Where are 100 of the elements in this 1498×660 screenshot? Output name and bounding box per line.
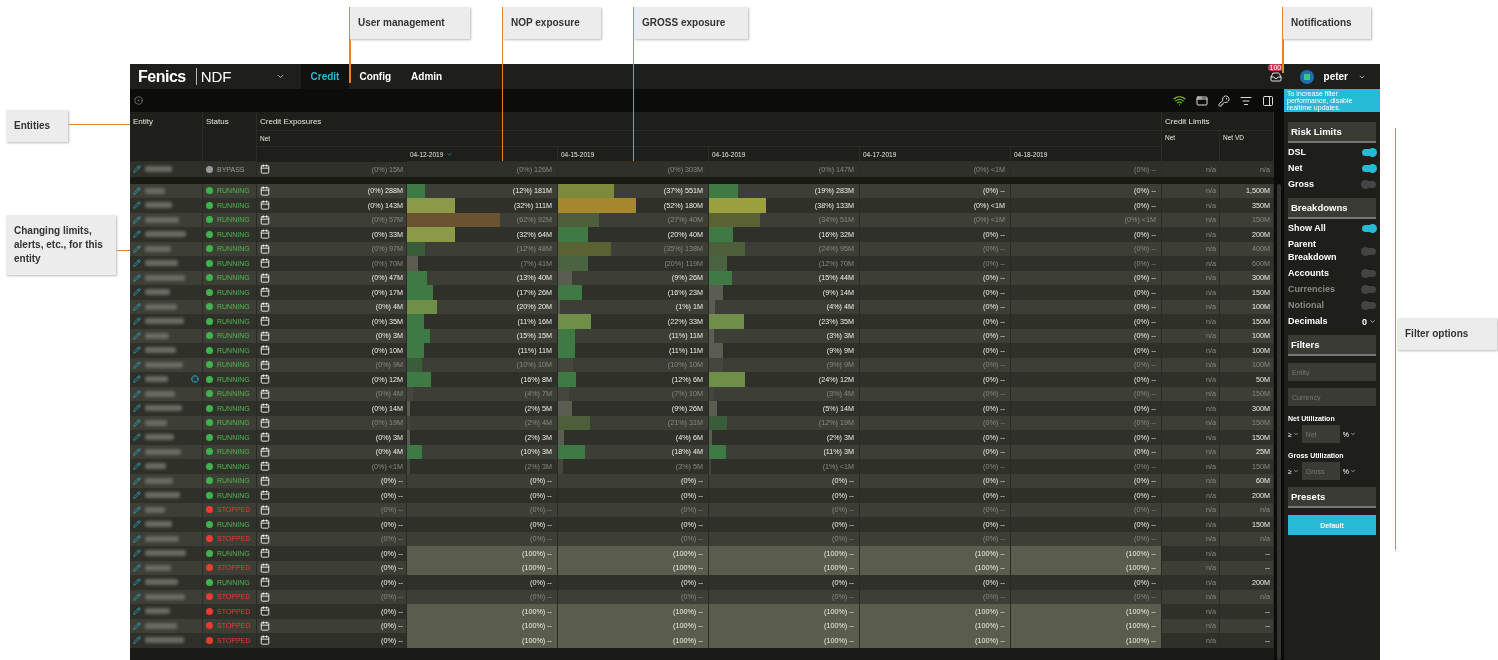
- caret-icon[interactable]: [1292, 431, 1299, 437]
- toggle-switch[interactable]: [1362, 247, 1376, 255]
- edit-icon[interactable]: [133, 447, 141, 456]
- nav-tab[interactable]: Credit: [300, 64, 350, 89]
- edit-icon[interactable]: [133, 462, 141, 471]
- edit-icon[interactable]: [133, 346, 141, 355]
- calendar-icon[interactable]: [260, 446, 270, 457]
- user-name[interactable]: peter: [1323, 71, 1348, 82]
- wifi-icon[interactable]: [1173, 94, 1186, 107]
- calendar-icon[interactable]: [260, 504, 270, 515]
- caret-icon[interactable]: [1350, 431, 1357, 437]
- calendar-icon[interactable]: [260, 345, 270, 356]
- edit-icon[interactable]: [133, 165, 141, 174]
- edit-icon[interactable]: [133, 331, 141, 340]
- nav-tab[interactable]: Config: [349, 64, 402, 89]
- scrollbar[interactable]: [1277, 184, 1281, 660]
- calendar-icon[interactable]: [260, 475, 270, 486]
- calendar-icon[interactable]: [260, 577, 270, 588]
- calendar-icon[interactable]: [260, 562, 270, 573]
- edit-icon[interactable]: [133, 389, 141, 398]
- calendar-icon[interactable]: [260, 548, 270, 559]
- blurred-name: [145, 347, 176, 354]
- target-icon[interactable]: [134, 96, 143, 105]
- edit-icon[interactable]: [133, 273, 141, 282]
- toggle-switch[interactable]: [1362, 225, 1376, 232]
- calendar-icon[interactable]: [260, 330, 270, 341]
- calendar-icon[interactable]: [260, 403, 270, 414]
- edit-icon[interactable]: [133, 491, 141, 500]
- callout-label: Notifications: [1283, 7, 1371, 39]
- avatar-icon[interactable]: [1299, 69, 1314, 84]
- edit-icon[interactable]: [133, 230, 141, 239]
- edit-icon[interactable]: [133, 375, 141, 384]
- calendar-icon[interactable]: [260, 432, 270, 443]
- edit-icon[interactable]: [133, 244, 141, 253]
- calendar-icon[interactable]: [260, 417, 270, 428]
- calendar-icon[interactable]: [260, 258, 270, 269]
- calendar-icon[interactable]: [260, 591, 270, 602]
- edit-icon[interactable]: [133, 607, 141, 616]
- status-dot: [206, 404, 213, 412]
- calendar-icon[interactable]: [260, 287, 270, 298]
- calendar-icon[interactable]: [260, 272, 270, 283]
- status-dot: [206, 216, 213, 224]
- filter-icon[interactable]: [1240, 94, 1252, 107]
- edit-icon[interactable]: [133, 418, 141, 427]
- calendar-icon[interactable]: [260, 374, 270, 385]
- blurred-name: [145, 390, 175, 397]
- calendar-icon[interactable]: [260, 200, 270, 211]
- edit-icon[interactable]: [133, 636, 141, 645]
- calendar-icon[interactable]: [260, 533, 270, 544]
- edit-icon[interactable]: [133, 520, 141, 529]
- edit-icon[interactable]: [133, 433, 141, 442]
- calendar-icon[interactable]: [260, 606, 270, 617]
- edit-icon[interactable]: [133, 215, 141, 224]
- calendar-icon[interactable]: [260, 461, 270, 472]
- caret-icon[interactable]: [275, 72, 285, 81]
- edit-icon[interactable]: [133, 186, 141, 195]
- edit-icon[interactable]: [133, 563, 141, 572]
- toggle-switch[interactable]: [1362, 270, 1376, 277]
- edit-icon[interactable]: [133, 259, 141, 268]
- edit-icon[interactable]: [133, 621, 141, 630]
- edit-icon[interactable]: [133, 592, 141, 601]
- edit-icon[interactable]: [133, 302, 141, 311]
- calendar-icon[interactable]: [260, 519, 270, 530]
- edit-icon[interactable]: [133, 578, 141, 587]
- toggle-switch[interactable]: [1362, 181, 1376, 188]
- key-icon[interactable]: [1218, 94, 1230, 107]
- calendar-icon[interactable]: [260, 229, 270, 240]
- edit-icon[interactable]: [133, 317, 141, 326]
- calendar-icon[interactable]: [260, 359, 270, 370]
- edit-icon[interactable]: [133, 360, 141, 369]
- edit-icon[interactable]: [133, 534, 141, 543]
- toggle-switch[interactable]: [1362, 149, 1376, 156]
- toggle-switch[interactable]: [1362, 165, 1376, 172]
- edit-icon[interactable]: [133, 505, 141, 514]
- calendar-icon[interactable]: [260, 490, 270, 501]
- edit-icon[interactable]: [133, 201, 141, 210]
- blurred-name: [145, 260, 178, 267]
- notification-icon[interactable]: [1269, 70, 1282, 83]
- nav-tab[interactable]: Admin: [401, 64, 453, 89]
- calendar-icon[interactable]: [260, 388, 270, 399]
- edit-icon[interactable]: [133, 404, 141, 413]
- calendar-icon[interactable]: [260, 214, 270, 225]
- blurred-name: [145, 202, 172, 209]
- calendar-icon[interactable]: [260, 164, 270, 175]
- edit-icon[interactable]: [133, 476, 141, 485]
- calendar-icon[interactable]: [260, 316, 270, 327]
- caret-icon[interactable]: [1292, 468, 1299, 474]
- calendar-icon[interactable]: [260, 185, 270, 196]
- calendar-icon[interactable]: [260, 301, 270, 312]
- edit-icon[interactable]: [133, 288, 141, 297]
- panel-icon[interactable]: [1262, 94, 1274, 107]
- caret-icon[interactable]: [1350, 468, 1357, 474]
- calendar-icon[interactable]: [260, 243, 270, 254]
- decimals-select[interactable]: 0: [1362, 316, 1376, 327]
- blurred-name: [145, 622, 177, 629]
- calendar-icon[interactable]: [260, 635, 270, 646]
- calendar-icon[interactable]: [260, 620, 270, 631]
- caret-icon[interactable]: [1369, 318, 1376, 325]
- window-icon[interactable]: [1196, 94, 1208, 107]
- edit-icon[interactable]: [133, 549, 141, 558]
